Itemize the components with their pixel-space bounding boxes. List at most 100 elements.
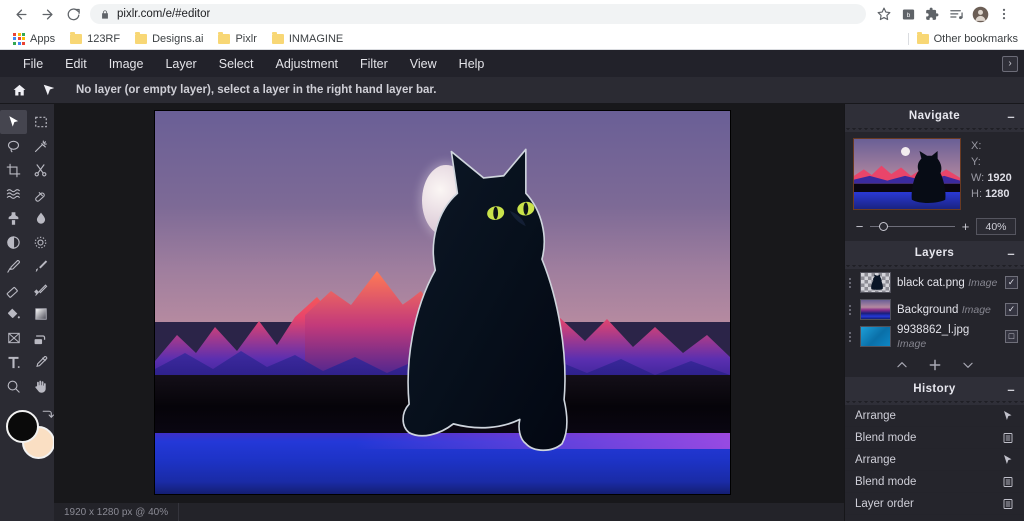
drag-handle-icon[interactable] <box>849 305 854 315</box>
detail-tool[interactable] <box>27 230 54 254</box>
artboard[interactable] <box>155 111 730 494</box>
menu-filter[interactable]: Filter <box>349 53 399 75</box>
gradient-tool[interactable] <box>27 302 54 326</box>
add-layer-icon[interactable] <box>927 357 943 376</box>
layer-row[interactable]: Background Image ✓ <box>845 296 1024 323</box>
history-label: Blend mode <box>855 476 916 488</box>
clone-stamp-tool[interactable] <box>0 206 27 230</box>
color-swatches[interactable] <box>0 406 54 468</box>
menu-image[interactable]: Image <box>98 53 155 75</box>
canvas-area[interactable]: 1920 x 1280 px @ 40% <box>54 104 844 521</box>
zoom-value-input[interactable]: 40% <box>976 218 1016 235</box>
forward-arrow-icon[interactable] <box>34 1 60 27</box>
bookmark-inmagine[interactable]: INMAGINE <box>266 31 349 47</box>
menu-view[interactable]: View <box>399 53 448 75</box>
zoom-in-button[interactable]: + <box>961 219 970 234</box>
zoom-slider[interactable] <box>870 226 955 227</box>
menu-file[interactable]: File <box>12 53 54 75</box>
draw-brush-tool[interactable] <box>27 254 54 278</box>
swap-colors-icon[interactable] <box>41 408 54 424</box>
layer-kind: Image <box>897 338 926 350</box>
text-tool[interactable] <box>0 350 27 374</box>
bookmark-apps[interactable]: Apps <box>7 31 61 47</box>
back-arrow-icon[interactable] <box>8 1 34 27</box>
status-message: No layer (or empty layer), select a laye… <box>76 84 436 96</box>
layer-thumbnail <box>860 326 891 347</box>
navigate-panel-body: X: Y: W: 1920 H: 1280 <box>845 132 1024 214</box>
layers-icon <box>1002 476 1014 488</box>
extension-badge-icon[interactable]: b <box>896 2 920 26</box>
tools-panel <box>0 104 54 521</box>
move-layer-up-icon[interactable] <box>895 358 909 375</box>
bookmark-designs-ai[interactable]: Designs.ai <box>129 31 209 47</box>
drag-handle-icon[interactable] <box>849 332 854 342</box>
marquee-select-tool[interactable] <box>27 110 54 134</box>
replace-color-tool[interactable] <box>27 278 54 302</box>
fill-bucket-tool[interactable] <box>0 302 27 326</box>
menu-edit[interactable]: Edit <box>54 53 98 75</box>
home-icon[interactable] <box>6 79 32 101</box>
history-item[interactable]: Arrange <box>845 405 1024 427</box>
history-item[interactable]: Layer order <box>845 493 1024 515</box>
history-item[interactable]: Arrange <box>845 449 1024 471</box>
history-panel-header[interactable]: History – <box>845 377 1024 401</box>
folder-icon <box>917 34 929 44</box>
minus-icon[interactable]: – <box>1007 383 1015 396</box>
layer-visibility-checkbox[interactable]: ✓ <box>1005 303 1018 316</box>
menu-help[interactable]: Help <box>448 53 496 75</box>
app-menubar: File Edit Image Layer Select Adjustment … <box>0 50 1024 77</box>
bookmark-123rf[interactable]: 123RF <box>64 31 126 47</box>
add-element-tool[interactable] <box>27 326 54 350</box>
star-icon[interactable] <box>872 2 896 26</box>
lasso-select-tool[interactable] <box>0 134 27 158</box>
zoom-tool[interactable] <box>0 374 27 398</box>
profile-avatar[interactable] <box>968 2 992 26</box>
puzzle-icon[interactable] <box>920 2 944 26</box>
navigator-thumbnail[interactable] <box>853 138 961 210</box>
blur-drop-tool[interactable] <box>27 206 54 230</box>
chevron-right-icon[interactable]: › <box>1002 56 1018 72</box>
eraser-tool[interactable] <box>0 278 27 302</box>
bookmark-pixlr[interactable]: Pixlr <box>212 31 262 47</box>
layers-panel-header[interactable]: Layers – <box>845 241 1024 265</box>
dodge-burn-tool[interactable] <box>0 230 27 254</box>
heal-tool[interactable] <box>27 182 54 206</box>
url-text: pixlr.com/e/#editor <box>117 8 210 20</box>
shape-tool[interactable] <box>0 326 27 350</box>
zoom-slider-handle[interactable] <box>879 222 888 231</box>
zoom-control[interactable]: − + 40% <box>845 214 1024 241</box>
magic-wand-tool[interactable] <box>27 134 54 158</box>
drag-handle-icon[interactable] <box>849 278 854 288</box>
minus-icon[interactable]: – <box>1007 247 1015 260</box>
move-layer-down-icon[interactable] <box>961 358 975 375</box>
cutout-scissors-tool[interactable] <box>27 158 54 182</box>
svg-text:b: b <box>906 12 910 19</box>
layer-row[interactable]: 9938862_l.jpg Image □ <box>845 323 1024 350</box>
black-cat-layer[interactable] <box>391 145 592 474</box>
menu-select[interactable]: Select <box>208 53 265 75</box>
layer-visibility-checkbox[interactable]: □ <box>1005 330 1018 343</box>
other-bookmarks-button[interactable]: Other bookmarks <box>908 33 1018 45</box>
navigate-panel-header[interactable]: Navigate – <box>845 104 1024 128</box>
history-item[interactable]: Blend mode <box>845 471 1024 493</box>
reload-icon[interactable] <box>60 1 86 27</box>
pen-tool[interactable] <box>27 350 54 374</box>
layer-visibility-checkbox[interactable]: ✓ <box>1005 276 1018 289</box>
minus-icon[interactable]: – <box>1007 110 1015 123</box>
reading-list-icon[interactable] <box>944 2 968 26</box>
foreground-color-swatch[interactable] <box>6 410 39 443</box>
zoom-out-button[interactable]: − <box>855 219 864 234</box>
address-bar[interactable]: pixlr.com/e/#editor <box>90 4 866 24</box>
color-picker-tool[interactable] <box>0 254 27 278</box>
bookmark-label: Pixlr <box>235 33 256 45</box>
menu-adjustment[interactable]: Adjustment <box>264 53 349 75</box>
arrow-cursor-icon[interactable] <box>36 79 62 101</box>
hand-pan-tool[interactable] <box>27 374 54 398</box>
layer-row[interactable]: black cat.png Image ✓ <box>845 269 1024 296</box>
arrange-tool[interactable] <box>0 110 27 134</box>
history-item[interactable]: Blend mode <box>845 427 1024 449</box>
menu-layer[interactable]: Layer <box>154 53 207 75</box>
liquify-tool[interactable] <box>0 182 27 206</box>
kebab-menu-icon[interactable] <box>992 2 1016 26</box>
crop-tool[interactable] <box>0 158 27 182</box>
